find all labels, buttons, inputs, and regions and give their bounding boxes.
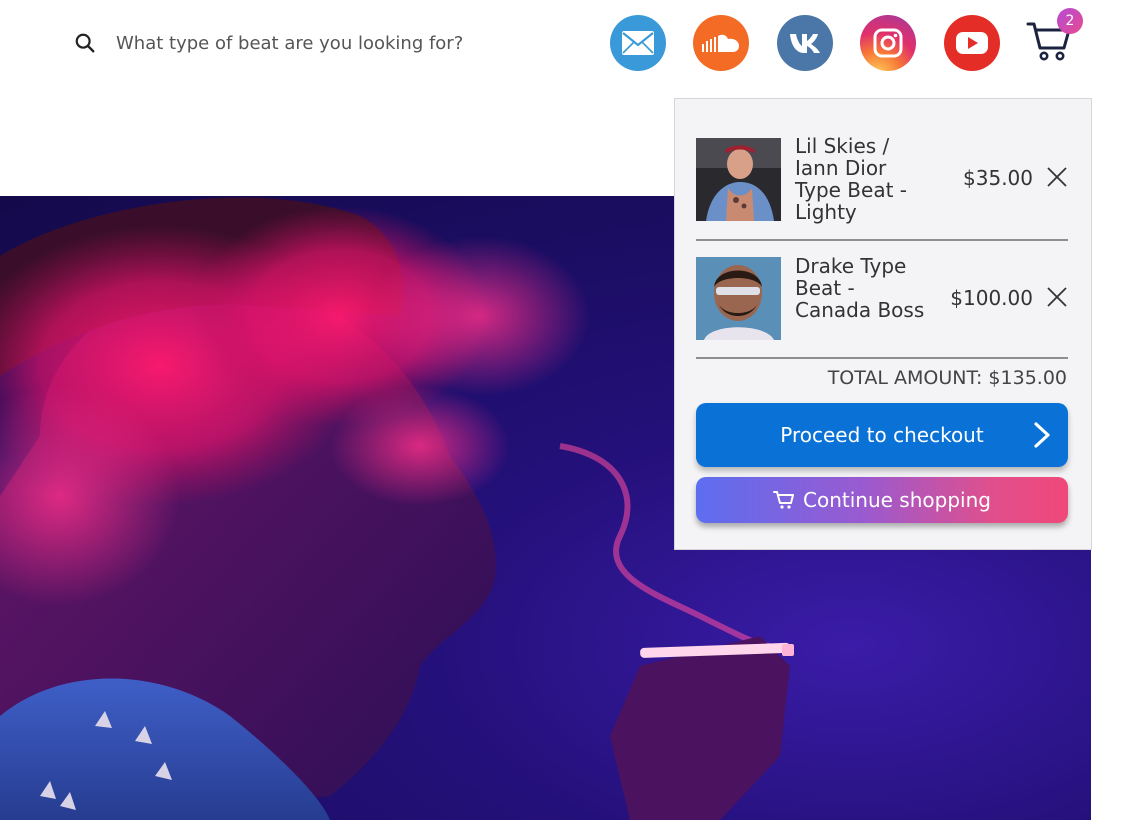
continue-label: Continue shopping <box>803 488 991 512</box>
search-bar <box>74 28 556 58</box>
item-name[interactable]: Drake Type Beat - Canada Boss <box>795 255 935 321</box>
remove-item-icon[interactable] <box>1046 166 1068 188</box>
search-input[interactable] <box>116 32 556 54</box>
remove-item-icon[interactable] <box>1046 286 1068 308</box>
search-icon[interactable] <box>74 32 96 54</box>
cart-total: TOTAL AMOUNT: $135.00 <box>827 367 1067 389</box>
vk-icon <box>790 34 820 53</box>
vk-link[interactable] <box>777 15 833 71</box>
item-thumbnail <box>696 257 781 340</box>
item-price: $100.00 <box>950 286 1033 310</box>
checkout-label: Proceed to checkout <box>780 423 984 447</box>
soundcloud-icon <box>702 34 739 52</box>
item-price: $35.00 <box>963 166 1033 190</box>
youtube-link[interactable] <box>944 15 1000 71</box>
continue-shopping-button[interactable]: Continue shopping <box>696 477 1068 523</box>
mail-icon <box>622 31 654 55</box>
cart-count-badge: 2 <box>1057 8 1083 34</box>
cart-dropdown: Lil Skies / Iann Dior Type Beat - Lighty… <box>674 98 1092 550</box>
cart-item: Drake Type Beat - Canada Boss $100.00 <box>696 241 1068 359</box>
youtube-icon <box>956 32 988 54</box>
chevron-right-icon <box>1034 422 1050 448</box>
checkout-button[interactable]: Proceed to checkout <box>696 403 1068 467</box>
cart-icon <box>773 491 795 509</box>
instagram-icon <box>873 28 903 58</box>
item-thumbnail <box>696 138 781 221</box>
cart-item: Lil Skies / Iann Dior Type Beat - Lighty… <box>696 117 1068 241</box>
item-name[interactable]: Lil Skies / Iann Dior Type Beat - Lighty <box>795 135 935 223</box>
instagram-link[interactable] <box>860 15 916 71</box>
mail-link[interactable] <box>610 15 666 71</box>
soundcloud-link[interactable] <box>693 15 749 71</box>
